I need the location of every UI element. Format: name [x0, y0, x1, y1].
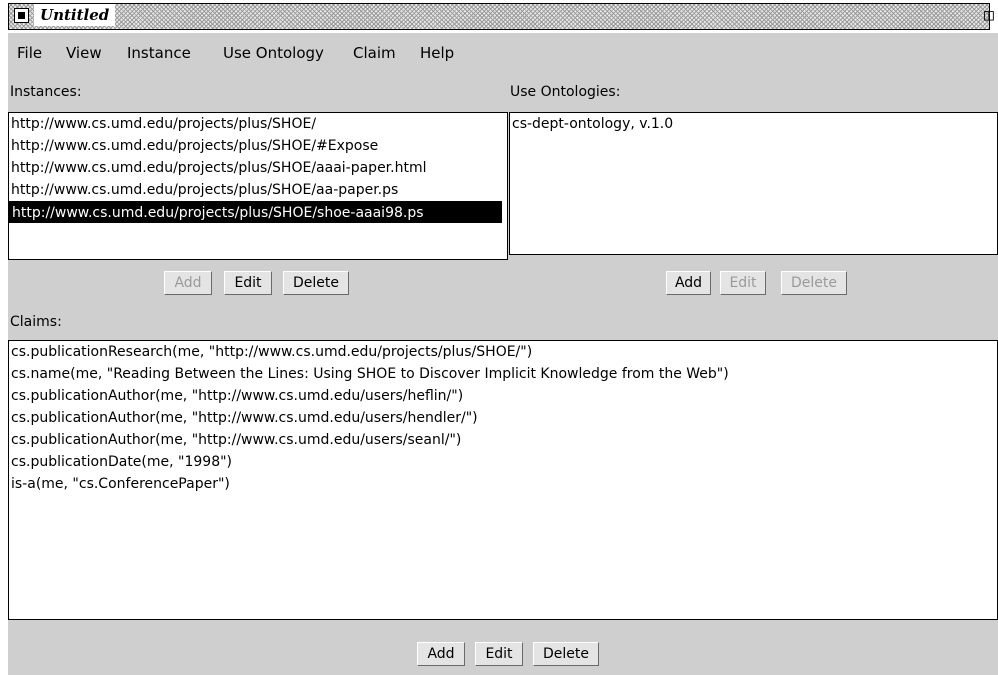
window-title: Untitled	[34, 4, 116, 26]
use-ontologies-list[interactable]: cs-dept-ontology, v.1.0	[509, 112, 998, 255]
list-item[interactable]: http://www.cs.umd.edu/projects/plus/SHOE…	[9, 135, 507, 157]
menu-help[interactable]: Help	[420, 41, 454, 65]
main-window: File View Instance Use Ontology Claim He…	[8, 33, 998, 675]
menu-file[interactable]: File	[17, 41, 42, 65]
list-item[interactable]: cs.publicationDate(me, "1998")	[9, 451, 997, 473]
list-item[interactable]: cs-dept-ontology, v.1.0	[510, 113, 997, 135]
list-item[interactable]: cs.publicationAuthor(me, "http://www.cs.…	[9, 407, 997, 429]
list-item[interactable]: http://www.cs.umd.edu/projects/plus/SHOE…	[9, 179, 507, 201]
use-ontologies-label: Use Ontologies:	[510, 84, 621, 100]
list-item[interactable]: is-a(me, "cs.ConferencePaper")	[9, 473, 997, 495]
menu-claim[interactable]: Claim	[353, 41, 396, 65]
maximize-icon[interactable]: ◫	[984, 6, 998, 24]
list-item[interactable]: cs.name(me, "Reading Between the Lines: …	[9, 363, 997, 385]
ontology-edit-button[interactable]: Edit	[720, 271, 766, 295]
title-bar-pattern	[8, 3, 990, 30]
title-bar[interactable]: Untitled ◫	[0, 0, 998, 33]
instance-delete-button[interactable]: Delete	[283, 271, 349, 295]
ontology-delete-button[interactable]: Delete	[781, 271, 847, 295]
instance-edit-button[interactable]: Edit	[224, 271, 272, 295]
claims-list[interactable]: cs.publicationResearch(me, "http://www.c…	[8, 340, 998, 620]
window-menu-button[interactable]	[14, 8, 29, 23]
menu-instance[interactable]: Instance	[127, 41, 191, 65]
list-item[interactable]: cs.publicationAuthor(me, "http://www.cs.…	[9, 385, 997, 407]
instances-list[interactable]: http://www.cs.umd.edu/projects/plus/SHOE…	[8, 112, 508, 260]
menu-use-ontology[interactable]: Use Ontology	[223, 41, 324, 65]
list-item[interactable]: cs.publicationResearch(me, "http://www.c…	[9, 341, 997, 363]
menu-view[interactable]: View	[66, 41, 102, 65]
claim-edit-button[interactable]: Edit	[475, 642, 523, 666]
list-item[interactable]: http://www.cs.umd.edu/projects/plus/SHOE…	[9, 157, 507, 179]
claim-delete-button[interactable]: Delete	[533, 642, 599, 666]
list-item[interactable]: http://www.cs.umd.edu/projects/plus/SHOE…	[9, 113, 507, 135]
instance-add-button[interactable]: Add	[164, 271, 212, 295]
ontology-add-button[interactable]: Add	[666, 271, 711, 295]
claims-label: Claims:	[10, 314, 62, 330]
list-item[interactable]: cs.publicationAuthor(me, "http://www.cs.…	[9, 429, 997, 451]
claim-add-button[interactable]: Add	[417, 642, 465, 666]
instances-label: Instances:	[10, 84, 82, 100]
list-item-selected[interactable]: http://www.cs.umd.edu/projects/plus/SHOE…	[9, 201, 502, 223]
